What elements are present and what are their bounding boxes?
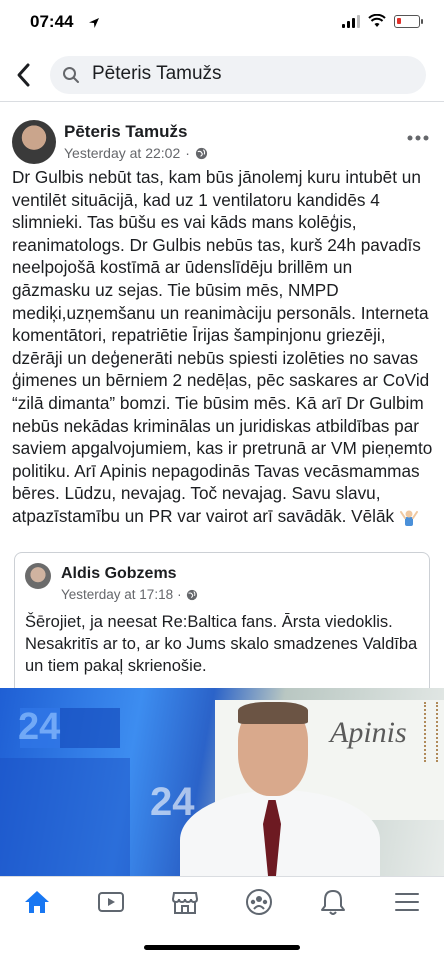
search-query: Pēteris Tamužs <box>92 63 222 84</box>
globe-icon <box>186 589 197 600</box>
location-arrow-icon <box>89 18 99 28</box>
post-author-name[interactable]: Pēteris Tamužs <box>64 122 187 142</box>
shared-timestamp[interactable]: Yesterday at 17:18 <box>61 587 173 602</box>
shared-meta: Yesterday at 17:18 · <box>61 587 198 602</box>
wifi-icon <box>368 14 386 27</box>
tab-home[interactable] <box>22 887 52 917</box>
groups-icon <box>246 889 272 915</box>
home-indicator <box>144 945 300 950</box>
studio-logo-text: 24 <box>18 706 61 748</box>
battery-icon <box>394 14 423 28</box>
post-meta: Yesterday at 22:02 · <box>64 145 208 161</box>
globe-icon <box>195 147 207 159</box>
more-options-button[interactable] <box>406 122 430 148</box>
notifications-icon <box>321 890 345 915</box>
presenter-figure <box>180 702 420 876</box>
status-time: 07:44 <box>30 12 74 31</box>
cellular-signal-icon <box>342 14 360 28</box>
tab-notifications[interactable] <box>318 887 348 917</box>
search-icon <box>63 67 79 83</box>
shared-author-name[interactable]: Aldis Gobzems <box>61 565 177 583</box>
tab-groups[interactable] <box>244 887 274 917</box>
studio-logo-text-2: 24 <box>150 780 195 824</box>
post-timestamp[interactable]: Yesterday at 22:02 <box>64 145 180 161</box>
dna-helix-graphic <box>424 702 438 762</box>
bottom-tab-bar <box>0 876 444 926</box>
status-icons <box>342 14 423 28</box>
chevron-left-icon <box>17 63 30 87</box>
tab-menu[interactable] <box>392 887 422 917</box>
menu-icon <box>395 893 419 911</box>
post-body-text: Dr Gulbis nebūt tas, kam būs jānolemj ku… <box>12 167 433 526</box>
tab-video[interactable] <box>96 887 126 917</box>
person-shrugging-emoji <box>399 510 418 527</box>
home-icon <box>25 891 49 913</box>
back-button[interactable] <box>14 60 40 90</box>
search-header: Pēteris Tamužs <box>0 50 444 102</box>
search-input[interactable]: Pēteris Tamužs <box>50 56 426 94</box>
post-text: Dr Gulbis nebūt tas, kam būs jānolemj ku… <box>12 166 434 528</box>
post-header: Pēteris Tamužs Yesterday at 22:02 · <box>0 112 444 172</box>
battery-level-fill <box>397 17 401 24</box>
marketplace-icon <box>171 892 199 914</box>
more-horizontal-icon <box>407 135 429 141</box>
tab-marketplace[interactable] <box>170 887 200 917</box>
video-thumbnail[interactable]: 24 24 Apinis <box>0 688 444 876</box>
author-avatar[interactable] <box>12 120 56 164</box>
video-icon <box>98 892 124 912</box>
status-bar: 07:44 <box>0 0 444 46</box>
shared-author-avatar[interactable] <box>25 563 51 589</box>
shared-post-text: Šērojiet, ja neesat Re:Baltica fans. Ārs… <box>25 613 418 675</box>
shared-post-card[interactable]: Aldis Gobzems Yesterday at 17:18 · Šēroj… <box>14 552 430 688</box>
